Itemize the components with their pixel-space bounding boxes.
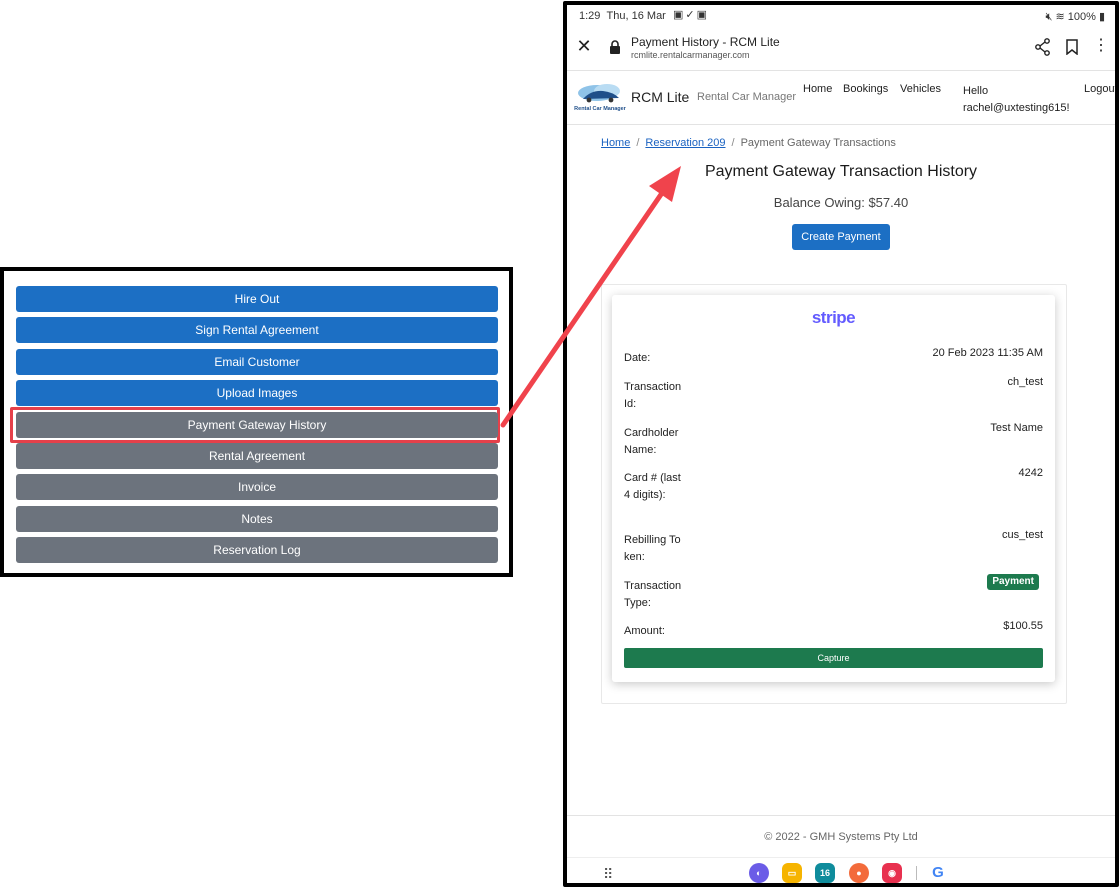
apps-grid-icon[interactable]: ⠿ xyxy=(603,867,617,881)
bookmark-icon[interactable] xyxy=(1065,39,1079,55)
notes-button[interactable]: Notes xyxy=(16,506,498,532)
rebilling-token-value: cus_test xyxy=(1002,529,1043,541)
amount-value: $100.55 xyxy=(1003,620,1043,632)
google-icon[interactable]: G xyxy=(929,864,947,882)
transaction-type-badge: Payment xyxy=(987,574,1039,590)
share-icon[interactable] xyxy=(1035,38,1051,56)
stripe-logo: stripe xyxy=(811,308,856,327)
contacts-app-icon[interactable]: ● xyxy=(849,863,869,883)
breadcrumb-reservation-link[interactable]: Reservation 209 xyxy=(645,137,725,149)
greeting-email: rachel@uxtesting615! xyxy=(963,102,1070,114)
page-footer: © 2022 - GMH Systems Pty Ltd xyxy=(567,815,1115,859)
upload-images-button[interactable]: Upload Images xyxy=(16,380,498,406)
transaction-id-value: ch_test xyxy=(1007,376,1043,388)
status-right: 🔇︎ ≋ 100% ▮ xyxy=(1045,10,1105,24)
create-payment-button[interactable]: Create Payment xyxy=(792,224,890,250)
status-time: 1:29 Thu, 16 Mar xyxy=(579,10,666,22)
rental-agreement-button[interactable]: Rental Agreement xyxy=(16,443,498,469)
status-date: Thu, 16 Mar xyxy=(606,10,666,22)
breadcrumb-current: Payment Gateway Transactions xyxy=(740,137,896,149)
nav-home-link[interactable]: Home xyxy=(803,83,832,95)
tablet-screenshot: 1:29 Thu, 16 Mar ▣✓▣ 🔇︎ ≋ 100% ▮ ✕ Payme… xyxy=(563,1,1119,887)
notification-icons: ▣✓▣ xyxy=(673,9,710,21)
cardholder-name-label: Cardholder Name: xyxy=(624,427,679,456)
user-greeting[interactable]: Hello rachel@uxtesting615! xyxy=(963,83,1070,117)
nav-logout-link[interactable]: Logout xyxy=(1084,83,1115,95)
dock-divider xyxy=(916,866,917,880)
more-options-icon[interactable]: ⋮ xyxy=(1093,37,1109,57)
nav-bookings-link[interactable]: Bookings xyxy=(843,83,888,95)
greeting-hello: Hello xyxy=(963,85,989,97)
mute-icon: 🔇︎ xyxy=(1045,11,1053,23)
status-bar: 1:29 Thu, 16 Mar ▣✓▣ 🔇︎ ≋ 100% ▮ xyxy=(567,5,1115,27)
card-last4-value: 4242 xyxy=(1018,467,1043,479)
site-navbar: Rental Car Manager RCM Lite Rental Car M… xyxy=(567,71,1115,125)
files-app-icon[interactable]: ▭ xyxy=(782,863,802,883)
transaction-id-label: Transaction Id: xyxy=(624,381,682,410)
calendar-app-icon[interactable]: 16 xyxy=(815,863,835,883)
rcm-logo[interactable]: Rental Car Manager xyxy=(573,81,627,113)
nav-vehicles-link[interactable]: Vehicles xyxy=(900,83,941,95)
wifi-icon: ≋ xyxy=(1055,11,1065,23)
payment-gateway-history-button[interactable]: Payment Gateway History xyxy=(16,412,498,438)
capture-button[interactable]: Capture xyxy=(624,648,1043,668)
cardholder-name-value: Test Name xyxy=(990,422,1043,434)
card-last4-label: Card # (last 4 digits): xyxy=(624,472,681,501)
battery-level: 100% xyxy=(1067,11,1096,23)
hire-out-button[interactable]: Hire Out xyxy=(16,286,498,312)
brand-name[interactable]: RCM Lite xyxy=(631,89,689,105)
close-icon[interactable]: ✕ xyxy=(575,37,593,55)
date-value: 20 Feb 2023 11:35 AM xyxy=(932,347,1044,359)
date-label: Date: xyxy=(624,352,651,364)
screenshot-stage: Hire Out Sign Rental Agreement Email Cus… xyxy=(0,0,1119,887)
camera-app-icon[interactable]: ◉ xyxy=(882,863,902,883)
internet-app-icon[interactable]: ◐ xyxy=(749,863,769,883)
transaction-card: stripe Date: 20 Feb 2023 11:35 AM Transa… xyxy=(612,295,1055,682)
breadcrumb-separator: / xyxy=(636,137,640,149)
reservation-log-button[interactable]: Reservation Log xyxy=(16,537,498,563)
breadcrumb-home-link[interactable]: Home xyxy=(601,137,630,149)
breadcrumb-separator: / xyxy=(731,137,735,149)
reservation-actions-panel: Hire Out Sign Rental Agreement Email Cus… xyxy=(0,267,513,577)
logo-text: Rental Car Manager xyxy=(574,106,627,112)
rebilling-token-label: Rebilling Token: xyxy=(624,534,681,563)
browser-page-title: Payment History - RCM Lite xyxy=(631,35,780,49)
status-clock: 1:29 xyxy=(579,10,601,22)
invoice-button[interactable]: Invoice xyxy=(16,474,498,500)
transaction-type-label: Transaction Type: xyxy=(624,580,682,609)
amount-label: Amount: xyxy=(624,625,665,637)
browser-toolbar: ✕ Payment History - RCM Lite rcmlite.ren… xyxy=(567,27,1115,71)
battery-icon: ▮ xyxy=(1098,11,1105,23)
page-title: Payment Gateway Transaction History xyxy=(704,163,978,180)
android-nav-bar: ⠿ ◐ ▭ 16 ● ◉ G xyxy=(567,857,1115,883)
balance-owing: Balance Owing: $57.40 xyxy=(773,195,909,210)
sign-rental-agreement-button[interactable]: Sign Rental Agreement xyxy=(16,317,498,343)
lock-icon xyxy=(610,40,620,54)
email-customer-button[interactable]: Email Customer xyxy=(16,349,498,375)
browser-url[interactable]: rcmlite.rentalcarmanager.com xyxy=(631,50,750,60)
breadcrumb: Home / Reservation 209 / Payment Gateway Tra… xyxy=(601,137,896,149)
brand-subtitle: Rental Car Manager xyxy=(697,91,797,103)
